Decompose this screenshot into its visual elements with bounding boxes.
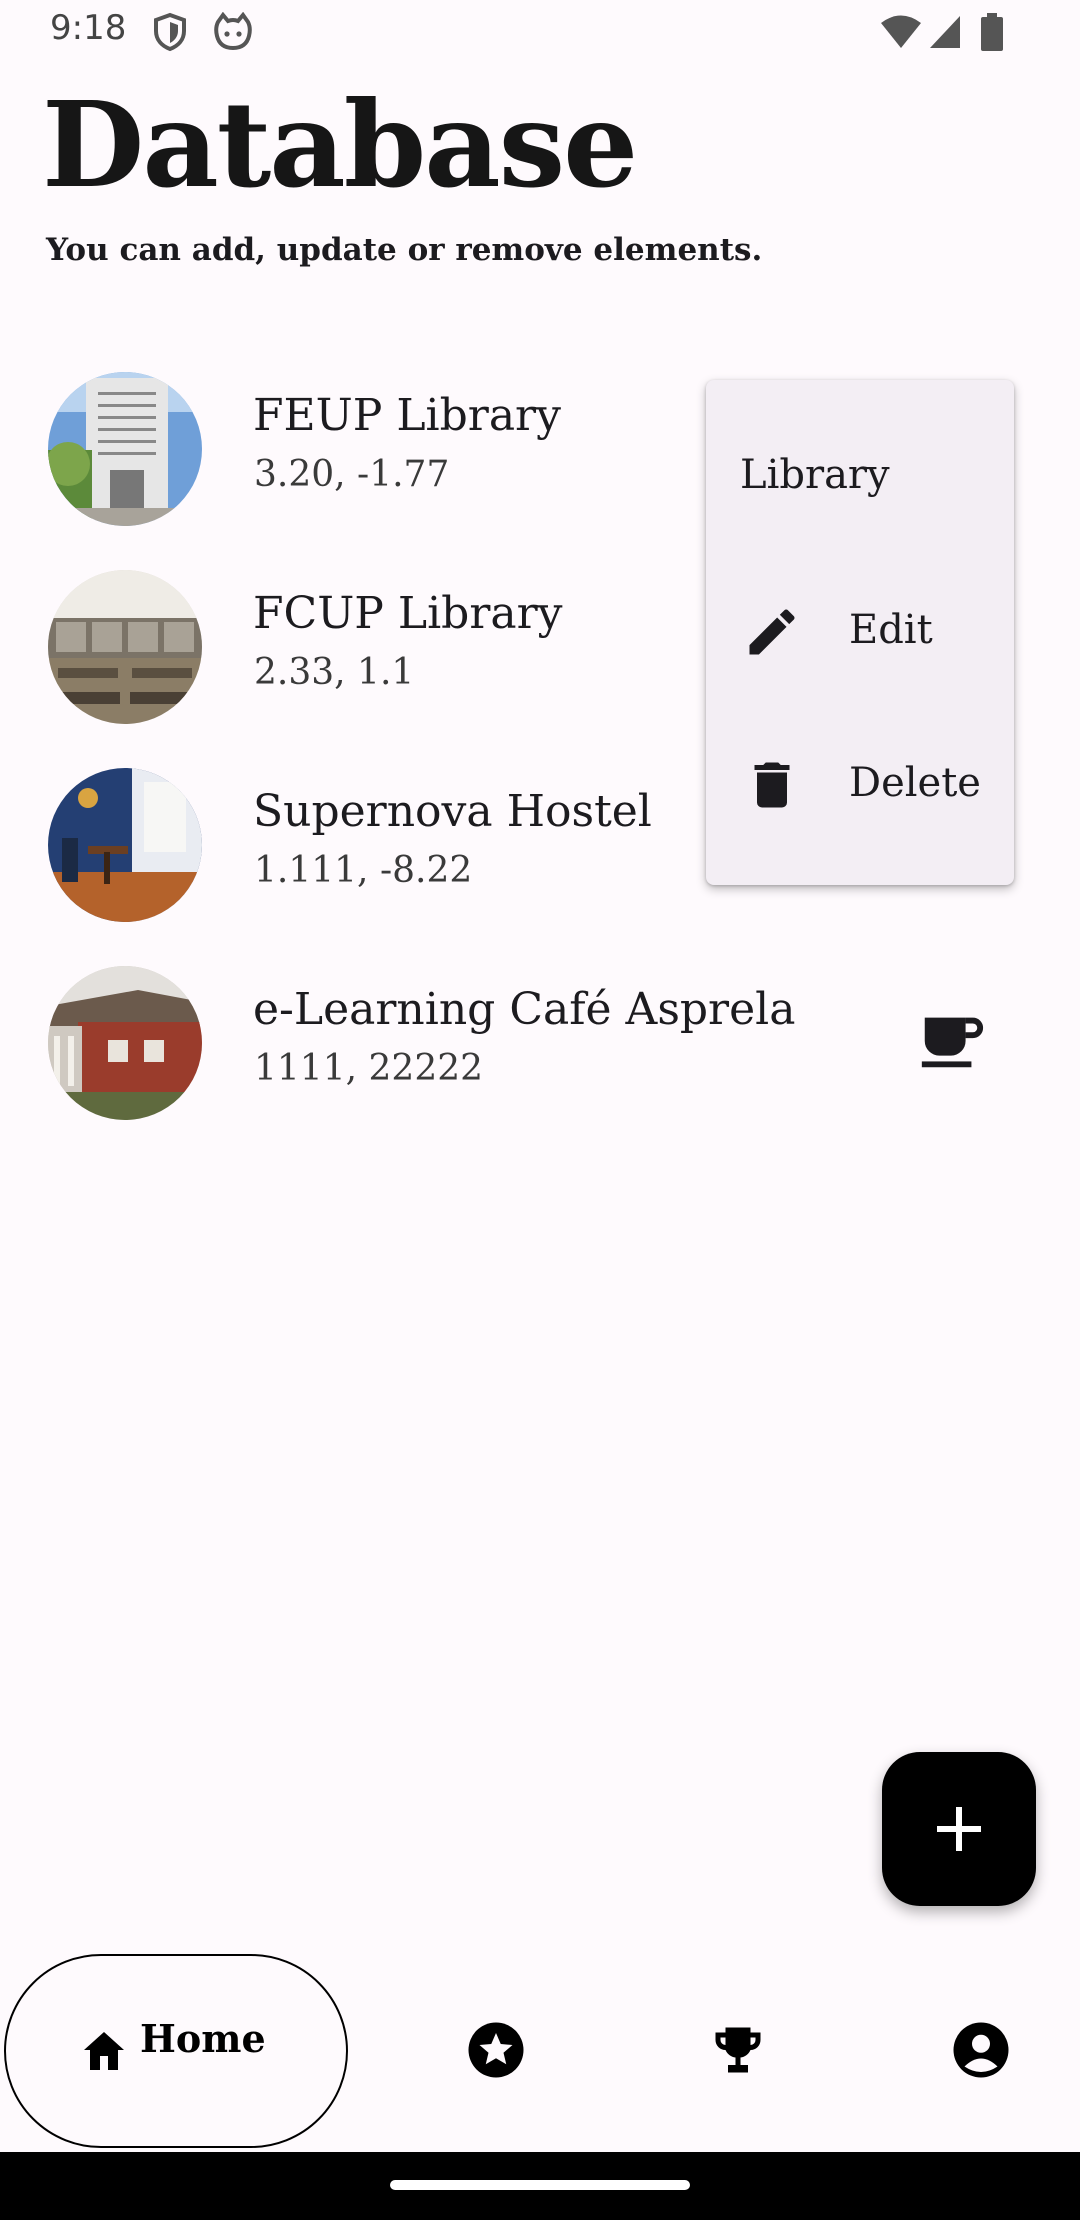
item-coords: 2.33, 1.1	[254, 652, 415, 693]
item-title: e-Learning Café Asprela	[253, 984, 796, 1035]
item-coords: 3.20, -1.77	[254, 454, 450, 495]
coffee-cup-icon	[916, 1006, 986, 1076]
delete-menu-item[interactable]: Delete	[706, 710, 1014, 860]
status-bar: 9:18	[0, 0, 1080, 66]
page-subtitle: You can add, update or remove elements.	[46, 232, 763, 268]
shield-icon	[152, 12, 188, 52]
page-title: Database	[42, 75, 638, 214]
nav-favorites[interactable]	[466, 2020, 526, 2080]
context-menu: Library Edit Delete	[706, 380, 1014, 885]
edit-label: Edit	[849, 607, 933, 653]
add-button[interactable]	[882, 1752, 1036, 1906]
reading-room-photo	[48, 570, 202, 724]
item-title: FEUP Library	[253, 390, 561, 441]
status-time: 9:18	[50, 8, 127, 48]
nav-home[interactable]: Home	[4, 1954, 348, 2148]
nav-achievements[interactable]	[708, 2020, 768, 2080]
trash-icon	[742, 755, 802, 815]
hostel-lounge-photo	[48, 768, 202, 922]
battery-icon	[980, 12, 1004, 52]
list-item[interactable]: e-Learning Café Asprela 1111, 22222	[0, 942, 1080, 1140]
account-icon	[953, 2022, 1009, 2078]
trophy-icon	[715, 2027, 761, 2073]
item-coords: 1.111, -8.22	[254, 850, 473, 891]
cafe-building-photo	[48, 966, 202, 1120]
plus-icon	[937, 1807, 981, 1851]
edit-menu-item[interactable]: Edit	[706, 557, 1014, 707]
item-coords: 1111, 22222	[254, 1048, 484, 1089]
menu-header: Library	[740, 452, 890, 498]
item-title: Supernova Hostel	[253, 786, 652, 837]
gesture-handle[interactable]	[390, 2180, 690, 2190]
home-icon	[80, 2028, 128, 2076]
signal-icon	[928, 14, 962, 50]
library-building-photo	[48, 372, 202, 526]
nav-home-label: Home	[140, 2016, 266, 2061]
star-icon	[468, 2022, 524, 2078]
delete-label: Delete	[849, 760, 981, 806]
item-title: FCUP Library	[253, 588, 563, 639]
nav-profile[interactable]	[951, 2020, 1011, 2080]
pencil-icon	[742, 602, 802, 662]
cat-face-icon	[214, 12, 252, 52]
bottom-navigation: Home	[0, 1936, 1080, 2152]
system-gesture-bar	[0, 2152, 1080, 2220]
wifi-icon	[880, 14, 922, 50]
